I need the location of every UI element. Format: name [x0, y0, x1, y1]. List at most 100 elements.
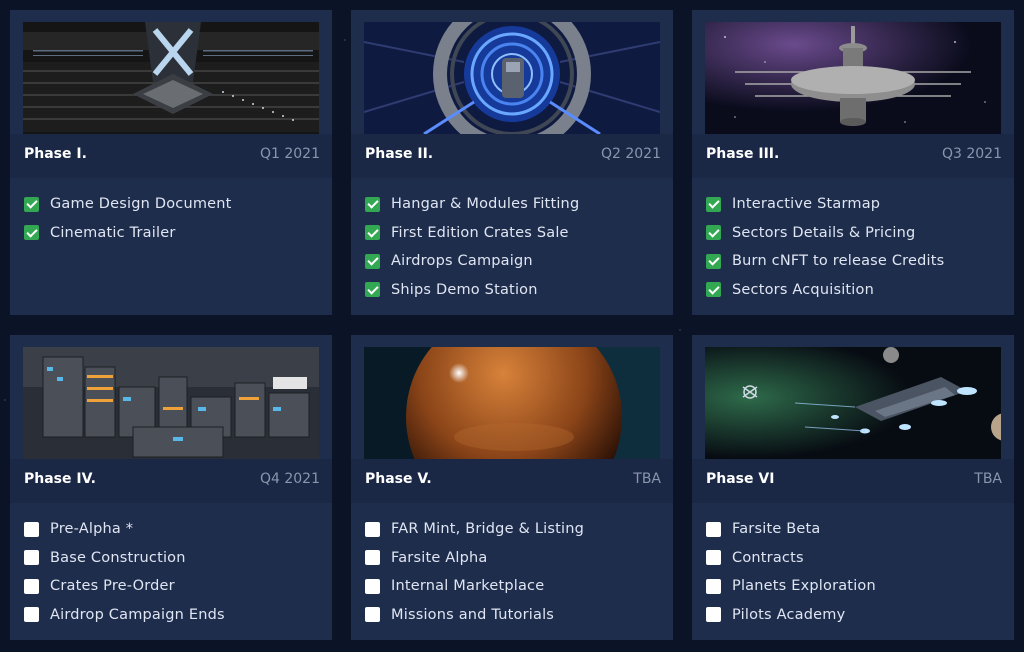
milestone-label: Contracts [732, 549, 804, 566]
list-item: Burn cNFT to release Credits [706, 247, 944, 276]
milestone-label: Game Design Document [50, 196, 232, 213]
phase-date: TBA [974, 471, 1002, 487]
phase-title: Phase VI [706, 471, 775, 487]
milestone-label: Farsite Beta [732, 521, 821, 538]
planet-image [364, 347, 660, 459]
list-item: FAR Mint, Bridge & Listing [365, 515, 584, 544]
milestone-label: Airdrops Campaign [391, 253, 533, 270]
checkbox-unchecked-icon [24, 521, 39, 537]
phase-date: TBA [633, 471, 661, 487]
list-item: Hangar & Modules Fitting [365, 190, 579, 219]
phase-card-2: Phase II. Q2 2021 Hangar & Modules Fitti… [351, 10, 673, 315]
list-item: Internal Marketplace [365, 572, 584, 601]
milestone-list: Hangar & Modules Fitting First Edition C… [365, 190, 579, 304]
phase-title: Phase I. [24, 146, 87, 162]
list-item: Airdrop Campaign Ends [24, 601, 225, 630]
list-item: Farsite Beta [706, 515, 876, 544]
checkbox-unchecked-icon [24, 550, 39, 566]
checkbox-checked-icon [706, 225, 721, 241]
milestone-label: Pre-Alpha * [50, 521, 134, 538]
milestone-label: Cinematic Trailer [50, 224, 176, 241]
phase-date: Q2 2021 [600, 146, 661, 162]
milestone-label: Internal Marketplace [391, 578, 545, 595]
list-item: Missions and Tutorials [365, 601, 584, 630]
list-item: Sectors Details & Pricing [706, 219, 944, 248]
checkbox-unchecked-icon [365, 521, 380, 537]
checkbox-checked-icon [365, 225, 380, 241]
milestone-list: FAR Mint, Bridge & Listing Farsite Alpha… [365, 515, 584, 629]
checkbox-checked-icon [24, 196, 39, 212]
list-item: Game Design Document [24, 190, 232, 219]
phase-header: Phase IV. Q4 2021 [10, 459, 332, 503]
phase-card-6: Phase VI TBA Farsite Beta Contracts Plan… [692, 335, 1014, 640]
milestone-label: First Edition Crates Sale [391, 224, 569, 241]
milestone-label: Ships Demo Station [391, 281, 538, 298]
phase-card-3: Phase III. Q3 2021 Interactive Starmap S… [692, 10, 1014, 315]
phase-title: Phase IV. [24, 471, 96, 487]
milestone-list: Pre-Alpha * Base Construction Crates Pre… [24, 515, 225, 629]
list-item: Crates Pre-Order [24, 572, 225, 601]
milestone-list: Interactive Starmap Sectors Details & Pr… [706, 190, 944, 304]
phase-title: Phase III. [706, 146, 780, 162]
milestone-label: Farsite Alpha [391, 549, 488, 566]
base-construction-image [23, 347, 319, 459]
phase-header: Phase II. Q2 2021 [351, 134, 673, 178]
checkbox-unchecked-icon [706, 521, 721, 537]
milestone-label: Pilots Academy [732, 606, 846, 623]
phase-card-5: Phase V. TBA FAR Mint, Bridge & Listing … [351, 335, 673, 640]
milestone-label: Base Construction [50, 549, 186, 566]
list-item: First Edition Crates Sale [365, 219, 579, 248]
checkbox-checked-icon [706, 253, 721, 269]
checkbox-unchecked-icon [706, 550, 721, 566]
milestone-list: Farsite Beta Contracts Planets Explorati… [706, 515, 876, 629]
milestone-label: FAR Mint, Bridge & Listing [391, 521, 585, 538]
phase-date: Q3 2021 [941, 146, 1002, 162]
list-item: Farsite Alpha [365, 544, 584, 573]
milestone-label: Missions and Tutorials [391, 606, 555, 623]
phase-date: Q1 2021 [259, 146, 320, 162]
checkbox-unchecked-icon [706, 578, 721, 594]
milestone-label: Sectors Details & Pricing [732, 224, 916, 241]
checkbox-checked-icon [24, 225, 39, 241]
milestone-label: Burn cNFT to release Credits [732, 253, 945, 270]
milestone-label: Planets Exploration [732, 578, 876, 595]
checkbox-checked-icon [365, 253, 380, 269]
milestone-label: Hangar & Modules Fitting [391, 196, 580, 213]
phase-card-4: Phase IV. Q4 2021 Pre-Alpha * Base Const… [10, 335, 332, 640]
hangar-portal-image [364, 22, 660, 134]
list-item: Base Construction [24, 544, 225, 573]
milestone-list: Game Design Document Cinematic Trailer [24, 190, 232, 247]
checkbox-unchecked-icon [365, 607, 380, 623]
checkbox-checked-icon [365, 282, 380, 298]
list-item: Contracts [706, 544, 876, 573]
list-item: Ships Demo Station [365, 276, 579, 305]
list-item[interactable]: Pre-Alpha * [24, 515, 225, 544]
phase-header: Phase VI TBA [692, 459, 1014, 503]
checkbox-unchecked-icon [365, 550, 380, 566]
checkbox-checked-icon [365, 196, 380, 212]
list-item: Airdrops Campaign [365, 247, 579, 276]
phase-title: Phase II. [365, 146, 434, 162]
milestone-label: Interactive Starmap [732, 196, 881, 213]
phase-date: Q4 2021 [259, 471, 320, 487]
phase-header: Phase V. TBA [351, 459, 673, 503]
checkbox-unchecked-icon [365, 578, 380, 594]
checkbox-unchecked-icon [24, 607, 39, 623]
space-station-interior-image [23, 22, 319, 134]
checkbox-checked-icon [706, 282, 721, 298]
milestone-label: Crates Pre-Order [50, 578, 175, 595]
phase-header: Phase III. Q3 2021 [692, 134, 1014, 178]
milestone-label: Sectors Acquisition [732, 281, 874, 298]
list-item: Sectors Acquisition [706, 276, 944, 305]
space-battle-image [705, 347, 1001, 459]
phase-card-1: Phase I. Q1 2021 Game Design Document Ci… [10, 10, 332, 315]
milestone-label: Airdrop Campaign Ends [50, 606, 225, 623]
list-item: Pilots Academy [706, 601, 876, 630]
phase-title: Phase V. [365, 471, 432, 487]
orbital-station-image [705, 22, 1001, 134]
checkbox-unchecked-icon [24, 578, 39, 594]
list-item: Cinematic Trailer [24, 219, 232, 248]
list-item: Interactive Starmap [706, 190, 944, 219]
checkbox-checked-icon [706, 196, 721, 212]
checkbox-unchecked-icon [706, 607, 721, 623]
